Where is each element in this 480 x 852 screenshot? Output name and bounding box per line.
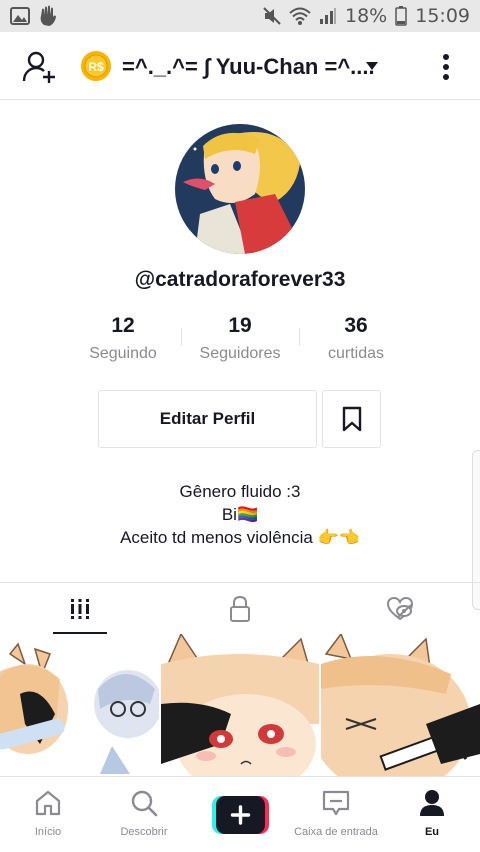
inbox-icon xyxy=(322,790,350,816)
video-thumbnail[interactable] xyxy=(0,634,159,776)
avatar[interactable] xyxy=(175,124,305,254)
gallery-icon xyxy=(10,7,30,25)
stat-following[interactable]: 12 Seguindo xyxy=(63,314,183,363)
username: @catradoraforever33 xyxy=(134,268,346,291)
hand-icon xyxy=(40,5,56,26)
bio-line: Bi🏳️‍🌈 xyxy=(221,505,259,524)
search-icon xyxy=(131,790,158,817)
account-switcher[interactable]: =^._.^= ∫ Yuu-Chan =^.... xyxy=(122,54,375,80)
tab-videos[interactable] xyxy=(0,583,160,635)
home-icon xyxy=(35,790,61,816)
favorites-button[interactable] xyxy=(322,390,381,448)
bio-line: Gênero fluido :3 xyxy=(179,482,301,501)
stat-likes[interactable]: 36 curtidas xyxy=(296,314,416,363)
coin-icon[interactable]: R$ xyxy=(80,50,112,82)
tab-liked[interactable] xyxy=(320,583,480,635)
stat-value: 19 xyxy=(228,314,252,337)
wifi-icon xyxy=(289,7,311,25)
lock-icon xyxy=(230,596,250,622)
stat-label: Seguidores xyxy=(199,345,281,362)
stat-value: 12 xyxy=(111,314,135,337)
signal-icon xyxy=(320,8,336,24)
bio-line: Aceito td menos violência 👉👈 xyxy=(120,528,360,547)
bookmark-icon xyxy=(342,406,361,432)
liked-hidden-icon xyxy=(386,597,414,621)
edit-profile-button[interactable]: Editar Perfil xyxy=(98,390,317,448)
stat-followers[interactable]: 19 Seguidores xyxy=(180,314,300,363)
nav-label: Eu xyxy=(424,826,440,838)
video-thumbnail[interactable] xyxy=(321,634,480,776)
stat-label: Seguindo xyxy=(89,345,157,362)
profile-icon xyxy=(420,790,444,816)
stat-value: 36 xyxy=(344,314,368,337)
nav-label: Início xyxy=(34,826,62,838)
content-tabs xyxy=(0,582,480,635)
clock: 15:09 xyxy=(415,5,470,27)
battery-percent: 18% xyxy=(345,5,388,27)
tab-private[interactable] xyxy=(160,583,320,635)
nav-inbox[interactable]: Caixa de entrada xyxy=(288,777,384,852)
video-thumbnail[interactable] xyxy=(161,634,319,776)
stat-label: curtidas xyxy=(327,345,385,362)
nav-profile[interactable]: Eu xyxy=(384,777,480,852)
mute-icon xyxy=(263,7,281,25)
status-bar: 18% 15:09 xyxy=(0,0,480,32)
nav-label: Descobrir xyxy=(120,826,168,838)
bio: Gênero fluido :3 Bi🏳️‍🌈 Aceito td menos … xyxy=(0,480,480,549)
chevron-down-icon[interactable] xyxy=(366,62,378,70)
more-options-icon[interactable] xyxy=(438,52,454,82)
battery-icon xyxy=(395,6,407,26)
create-video-button[interactable] xyxy=(212,796,269,834)
nav-label: Caixa de entrada xyxy=(294,826,378,838)
nav-discover[interactable]: Descobrir xyxy=(96,777,192,852)
grid-icon xyxy=(69,599,91,619)
coin-label: R$ xyxy=(88,60,104,74)
nav-home[interactable]: Início xyxy=(0,777,96,852)
add-user-icon[interactable] xyxy=(22,50,56,84)
